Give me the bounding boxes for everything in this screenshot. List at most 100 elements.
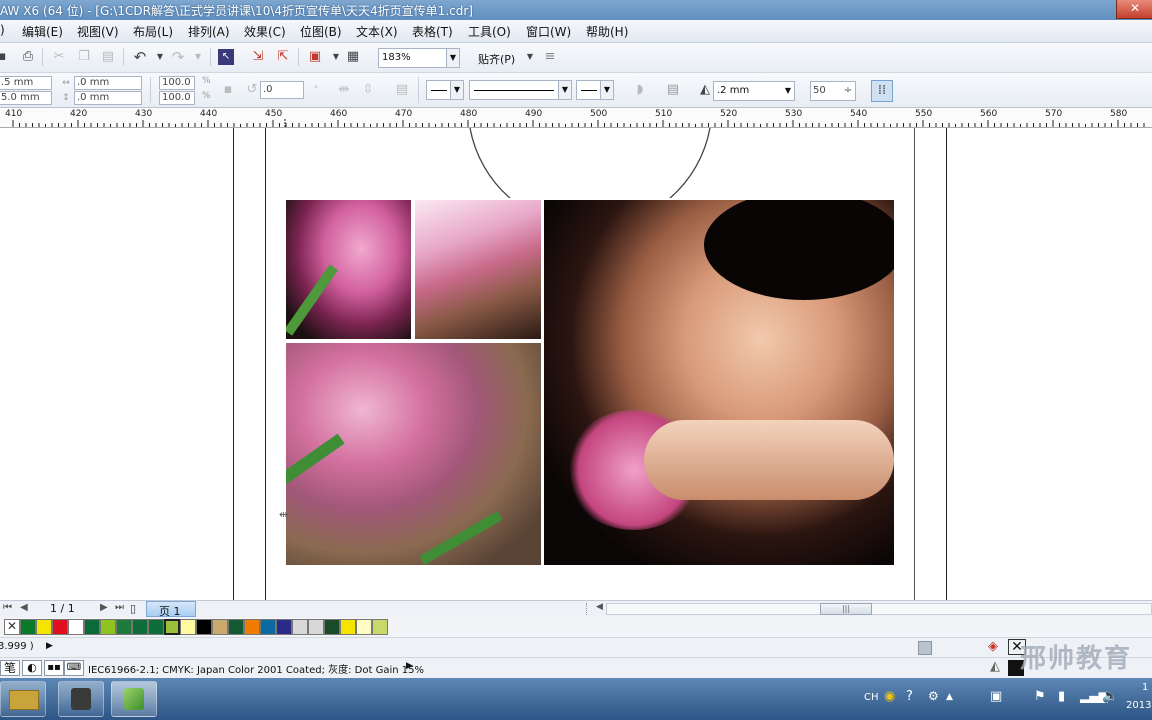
color-swatch[interactable] xyxy=(132,619,148,635)
lock-ratio-icon[interactable]: ▪ xyxy=(220,82,236,98)
outline-width-select[interactable]: .2 mm ▼ xyxy=(713,81,795,101)
menu-item-table[interactable]: 表格(T) xyxy=(412,23,453,40)
color-swatch[interactable] xyxy=(100,619,116,635)
pen-button[interactable]: 笔 xyxy=(0,660,20,676)
language-indicator[interactable]: CH xyxy=(864,692,879,703)
color-swatch[interactable] xyxy=(292,619,308,635)
menu-item-text[interactable]: 文本(X) xyxy=(356,23,398,40)
application-launcher-icon[interactable]: ▣ xyxy=(307,49,323,65)
zoom-level-select[interactable]: 183% ▼ xyxy=(378,48,460,68)
color-swatch[interactable] xyxy=(68,619,84,635)
end-arrowhead-select[interactable]: ▼ xyxy=(576,80,614,100)
y-position-field[interactable]: .0 mm xyxy=(74,91,142,105)
last-page-icon[interactable]: ⏭ xyxy=(115,602,124,613)
color-swatch[interactable] xyxy=(228,619,244,635)
snap-dropdown-icon[interactable]: ▼ xyxy=(522,49,538,65)
welcome-screen-icon[interactable]: ▦ xyxy=(345,49,361,65)
no-fill-swatch[interactable]: ✕ xyxy=(4,619,20,635)
ime-options-icon[interactable]: ⚙ xyxy=(928,689,939,703)
cut-icon[interactable]: ✂ xyxy=(51,49,67,65)
color-swatch[interactable] xyxy=(308,619,324,635)
scrollbar-thumb[interactable]: ||| xyxy=(820,603,872,615)
select-all-nodes-icon[interactable]: ⁞⁞ xyxy=(871,80,893,102)
color-swatch[interactable] xyxy=(196,619,212,635)
mirror-horizontal-icon[interactable]: ⇹ xyxy=(336,82,352,98)
action-center-icon[interactable]: ⚑ xyxy=(1034,689,1046,704)
color-swatch[interactable] xyxy=(212,619,228,635)
scale-y-field[interactable]: 100.0 xyxy=(159,91,195,105)
previous-page-icon[interactable]: ◀ xyxy=(20,602,28,613)
color-swatch[interactable] xyxy=(20,619,36,635)
color-swatch-selected[interactable] xyxy=(164,619,180,635)
scale-x-field[interactable]: 100.0 xyxy=(159,76,195,90)
taskbar-folder-button[interactable] xyxy=(0,681,46,717)
profile-menu-icon[interactable]: ▶ xyxy=(406,661,413,671)
notification-icon[interactable]: ▣ xyxy=(990,689,1002,704)
color-swatch[interactable] xyxy=(84,619,100,635)
clock-date[interactable]: 2013 xyxy=(1126,700,1151,711)
rotation-field[interactable]: .0 xyxy=(260,81,304,99)
search-content-icon[interactable]: ↖ xyxy=(218,49,234,65)
undo-icon[interactable]: ↶ xyxy=(132,49,148,65)
scroll-left-icon[interactable]: ◀ xyxy=(596,602,603,612)
photo-tile-lotus-2[interactable] xyxy=(415,200,541,339)
color-swatch[interactable] xyxy=(324,619,340,635)
close-button[interactable]: ✕ xyxy=(1116,0,1152,19)
keyboard-icon[interactable]: ⌨ xyxy=(64,660,84,676)
mirror-vertical-icon[interactable]: ⇳ xyxy=(360,82,376,98)
object-height-field[interactable]: 5.0 mm xyxy=(0,91,52,105)
color-profile-text[interactable]: IEC61966-2.1; CMYK: Japan Color 2001 Coa… xyxy=(88,661,424,676)
first-page-icon[interactable]: ⏮ xyxy=(3,602,12,613)
text-wrap-icon[interactable]: ▤ xyxy=(665,82,681,98)
object-width-field[interactable]: .5 mm xyxy=(0,76,52,90)
menu-item-help[interactable]: 帮助(H) xyxy=(586,23,628,40)
pointer-mode-icon[interactable]: ▪▪ xyxy=(44,660,64,676)
color-swatch[interactable] xyxy=(148,619,164,635)
snap-to-button[interactable]: 贴齐(P) xyxy=(478,51,515,67)
export-icon[interactable]: ⇱ xyxy=(275,49,291,65)
color-swatch[interactable] xyxy=(260,619,276,635)
splitter-handle[interactable] xyxy=(586,603,593,615)
color-swatch[interactable] xyxy=(372,619,388,635)
fill-bucket-icon[interactable]: ◈ xyxy=(988,639,998,654)
wrap-text-icon[interactable]: ▤ xyxy=(394,82,410,98)
x-position-field[interactable]: .0 mm xyxy=(74,76,142,90)
help-icon[interactable]: ? xyxy=(906,689,913,704)
copy-icon[interactable]: ❐ xyxy=(76,49,92,65)
fill-indicator-icon[interactable] xyxy=(918,641,932,655)
taskbar-coreldraw-button[interactable] xyxy=(111,681,157,717)
color-swatch[interactable] xyxy=(52,619,68,635)
color-swatch[interactable] xyxy=(356,619,372,635)
clock-time[interactable]: 1 xyxy=(1142,682,1148,693)
drawing-canvas[interactable]: ⇹ xyxy=(0,128,1152,600)
menu-item-effects[interactable]: 效果(C) xyxy=(244,23,286,40)
color-swatch[interactable] xyxy=(244,619,260,635)
circle-arc-shape[interactable] xyxy=(460,128,720,198)
show-hidden-icons-icon[interactable]: ▲ xyxy=(946,692,953,702)
options-icon[interactable]: ≡ xyxy=(542,49,558,65)
redo-icon[interactable]: ↷ xyxy=(170,49,186,65)
close-curve-icon[interactable]: ◗ xyxy=(632,82,648,98)
night-mode-icon[interactable]: ◐ xyxy=(22,660,42,676)
horizontal-scrollbar[interactable] xyxy=(606,603,1152,615)
menu-item-edit[interactable]: 编辑(E) xyxy=(22,23,63,40)
menu-item-layout[interactable]: 布局(L) xyxy=(133,23,173,40)
print-icon[interactable]: ⎙ xyxy=(20,49,36,65)
paste-icon[interactable]: ▤ xyxy=(100,49,116,65)
menu-item-window[interactable]: 窗口(W) xyxy=(526,23,571,40)
photo-tile-lotus-1[interactable] xyxy=(286,200,411,339)
color-swatch[interactable] xyxy=(180,619,196,635)
stepper-icon[interactable]: ÷ xyxy=(840,83,856,99)
taskbar-media-button[interactable] xyxy=(58,681,104,717)
color-swatch[interactable] xyxy=(340,619,356,635)
color-swatch[interactable] xyxy=(36,619,52,635)
page-tab[interactable]: 页 1 xyxy=(146,601,196,618)
photo-tile-lotus-3[interactable] xyxy=(286,343,541,565)
menu-item-partial[interactable]: ) xyxy=(0,23,5,37)
start-arrowhead-select[interactable]: ▼ xyxy=(426,80,464,100)
menu-item-view[interactable]: 视图(V) xyxy=(77,23,119,40)
add-page-icon[interactable]: ▯ xyxy=(130,602,136,615)
launcher-dropdown-icon[interactable]: ▼ xyxy=(328,49,344,65)
input-method-icon[interactable]: ◉ xyxy=(884,689,895,704)
redo-dropdown-icon[interactable]: ▼ xyxy=(190,49,206,65)
